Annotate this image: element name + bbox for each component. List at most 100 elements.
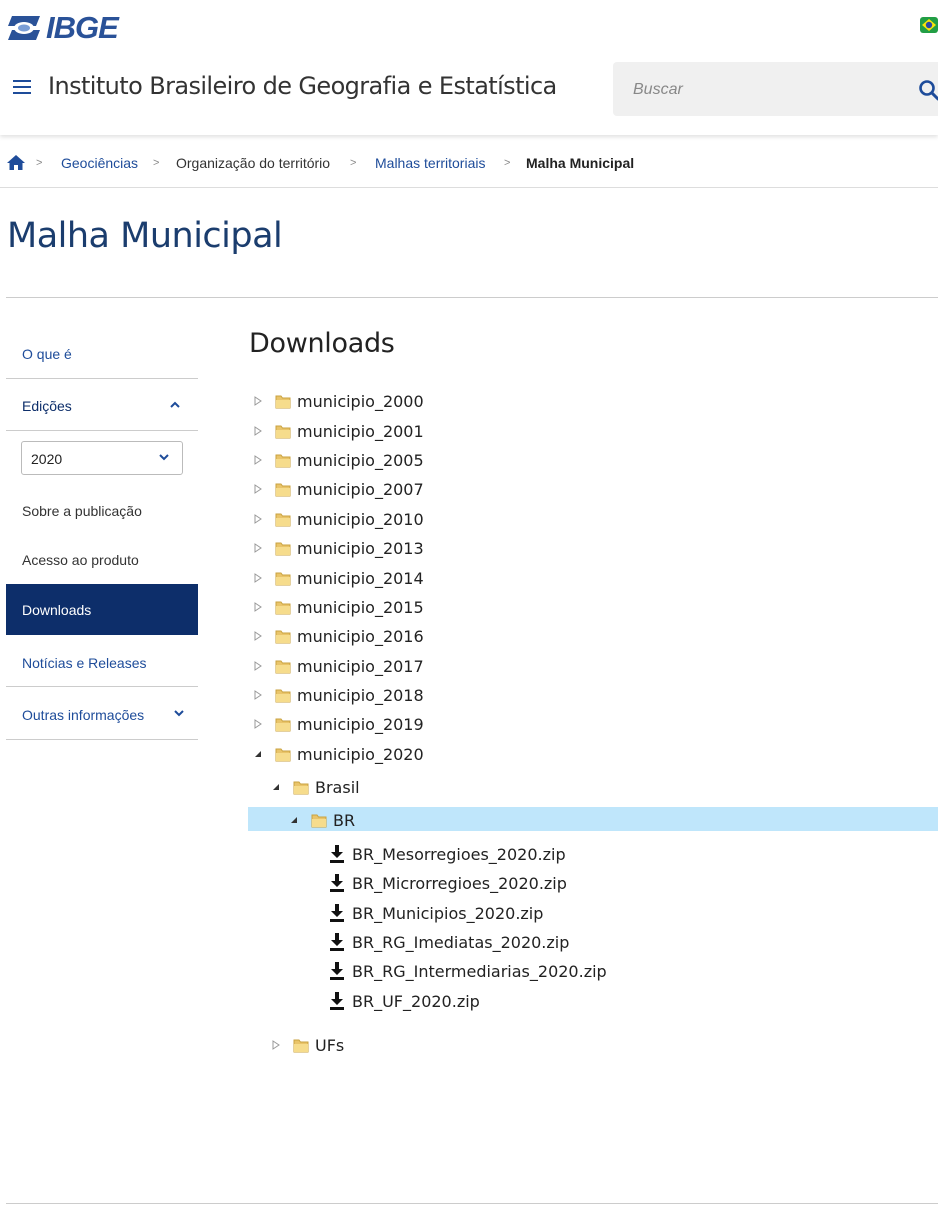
content-title: Downloads <box>249 328 395 359</box>
tree-folder-municipio-2005[interactable]: municipio_2005 <box>254 448 424 472</box>
divider <box>6 297 938 298</box>
logo-text: IBGE <box>46 10 119 45</box>
sidebar-item-acesso[interactable]: Acesso ao produto <box>22 552 139 568</box>
breadcrumb-separator: > <box>153 157 160 169</box>
sidebar-item-o-que-e[interactable]: O que é <box>6 327 198 378</box>
file-link[interactable]: BR_Microrregioes_2020.zip <box>352 874 567 893</box>
tree-folder-municipio-2018[interactable]: municipio_2018 <box>254 683 424 707</box>
file-link[interactable]: BR_UF_2020.zip <box>352 992 480 1011</box>
expand-arrow-icon[interactable] <box>254 602 262 612</box>
tree-folder-municipio-2016[interactable]: municipio_2016 <box>254 624 424 648</box>
download-icon <box>330 933 344 951</box>
collapse-arrow-icon[interactable] <box>254 749 262 759</box>
download-file-br-rg-imediatas[interactable]: BR_RG_Imediatas_2020.zip <box>329 930 569 954</box>
breadcrumb-geociencias[interactable]: Geociências <box>61 155 138 171</box>
breadcrumb: > Geociências > Organização do territóri… <box>0 145 938 185</box>
folder-icon <box>275 425 291 438</box>
tree-folder-municipio-2014[interactable]: municipio_2014 <box>254 566 424 590</box>
tree-folder-municipio-2000[interactable]: municipio_2000 <box>254 389 424 413</box>
expand-arrow-icon[interactable] <box>254 426 262 436</box>
folder-icon <box>275 630 291 643</box>
file-link[interactable]: BR_Municipios_2020.zip <box>352 904 543 923</box>
tree-label: municipio_2010 <box>297 509 424 529</box>
tree-label: municipio_2005 <box>297 450 424 470</box>
file-link[interactable]: BR_RG_Imediatas_2020.zip <box>352 933 569 952</box>
sidebar-item-label: Notícias e Releases <box>22 655 147 671</box>
tree-label: municipio_2007 <box>297 479 424 499</box>
sidebar-item-noticias[interactable]: Notícias e Releases <box>6 635 198 686</box>
expand-arrow-icon[interactable] <box>272 1040 280 1050</box>
breadcrumb-current: Malha Municipal <box>526 155 635 171</box>
collapse-arrow-icon[interactable] <box>290 815 298 825</box>
expand-arrow-icon[interactable] <box>254 690 262 700</box>
file-link[interactable]: BR_RG_Intermediarias_2020.zip <box>352 962 607 981</box>
brazil-flag-icon[interactable] <box>920 16 938 34</box>
sidebar-item-label: Downloads <box>22 602 92 618</box>
expand-arrow-icon[interactable] <box>254 396 262 406</box>
download-icon <box>330 962 344 980</box>
ibge-logo-icon <box>8 16 40 40</box>
download-file-br-municipios[interactable]: BR_Municipios_2020.zip <box>329 901 543 925</box>
chevron-up-icon <box>170 401 180 408</box>
tree-folder-ufs[interactable]: UFs <box>272 1033 344 1057</box>
tree-folder-municipio-2015[interactable]: municipio_2015 <box>254 595 424 619</box>
divider <box>0 187 938 188</box>
tree-folder-municipio-2010[interactable]: municipio_2010 <box>254 507 424 531</box>
tree-label: municipio_2014 <box>297 568 424 588</box>
page-title: Malha Municipal <box>7 216 283 256</box>
expand-arrow-icon[interactable] <box>254 719 262 729</box>
download-icon <box>330 992 344 1010</box>
tree-label: municipio_2000 <box>297 391 424 411</box>
tree-folder-municipio-2020[interactable]: municipio_2020 <box>254 742 424 766</box>
tree-label: BR <box>333 810 356 830</box>
file-link[interactable]: BR_Mesorregioes_2020.zip <box>352 845 566 864</box>
ibge-logo[interactable]: IBGE <box>6 10 119 45</box>
tree-folder-municipio-2019[interactable]: municipio_2019 <box>254 712 424 736</box>
edition-year-select[interactable]: 2020 <box>21 441 183 475</box>
folder-open-icon <box>311 814 327 827</box>
expand-arrow-icon[interactable] <box>254 484 262 494</box>
expand-arrow-icon[interactable] <box>254 543 262 553</box>
download-icon <box>330 904 344 922</box>
folder-icon <box>275 601 291 614</box>
chevron-down-icon <box>174 710 184 717</box>
sidebar-item-outras[interactable]: Outras informações <box>6 687 198 739</box>
sidebar-item-label: Outras informações <box>22 707 145 723</box>
download-file-br-rg-intermediarias[interactable]: BR_RG_Intermediarias_2020.zip <box>329 959 607 983</box>
sidebar-item-label: Edições <box>22 398 72 414</box>
tree-label: UFs <box>315 1035 345 1055</box>
tree-folder-municipio-2001[interactable]: municipio_2001 <box>254 419 424 443</box>
breadcrumb-separator: > <box>504 157 511 169</box>
tree-label: municipio_2016 <box>297 626 424 646</box>
search-icon[interactable] <box>918 79 938 101</box>
download-file-br-mesorregioes[interactable]: BR_Mesorregioes_2020.zip <box>329 842 566 866</box>
expand-arrow-icon[interactable] <box>254 631 262 641</box>
tree-folder-br[interactable]: BR <box>290 808 355 832</box>
expand-arrow-icon[interactable] <box>254 661 262 671</box>
tree-folder-municipio-2013[interactable]: municipio_2013 <box>254 536 424 560</box>
home-icon[interactable] <box>7 154 25 171</box>
folder-open-icon <box>293 781 309 794</box>
sidebar-item-sobre[interactable]: Sobre a publicação <box>22 503 142 519</box>
site-header: IBGE Instituto Brasileiro de Geografia e… <box>0 0 938 135</box>
tree-folder-municipio-2007[interactable]: municipio_2007 <box>254 477 424 501</box>
download-file-br-uf[interactable]: BR_UF_2020.zip <box>329 989 480 1013</box>
search-input[interactable] <box>631 78 905 102</box>
collapse-arrow-icon[interactable] <box>272 782 280 792</box>
site-title[interactable]: Instituto Brasileiro de Geografia e Esta… <box>48 72 557 100</box>
tree-folder-municipio-2017[interactable]: municipio_2017 <box>254 654 424 678</box>
expand-arrow-icon[interactable] <box>254 514 262 524</box>
tree-label: municipio_2001 <box>297 421 424 441</box>
expand-arrow-icon[interactable] <box>254 573 262 583</box>
menu-hamburger-icon[interactable] <box>13 80 31 96</box>
breadcrumb-separator: > <box>36 157 43 169</box>
tree-label: municipio_2019 <box>297 714 424 734</box>
download-file-br-microrregioes[interactable]: BR_Microrregioes_2020.zip <box>329 871 567 895</box>
breadcrumb-malhas-territoriais[interactable]: Malhas territoriais <box>375 155 485 171</box>
sidebar-item-downloads[interactable]: Downloads <box>6 584 198 635</box>
tree-folder-brasil[interactable]: Brasil <box>272 775 360 799</box>
expand-arrow-icon[interactable] <box>254 455 262 465</box>
sidebar-item-edicoes[interactable]: Edições <box>6 379 198 430</box>
divider <box>6 430 198 431</box>
download-icon <box>330 845 344 863</box>
